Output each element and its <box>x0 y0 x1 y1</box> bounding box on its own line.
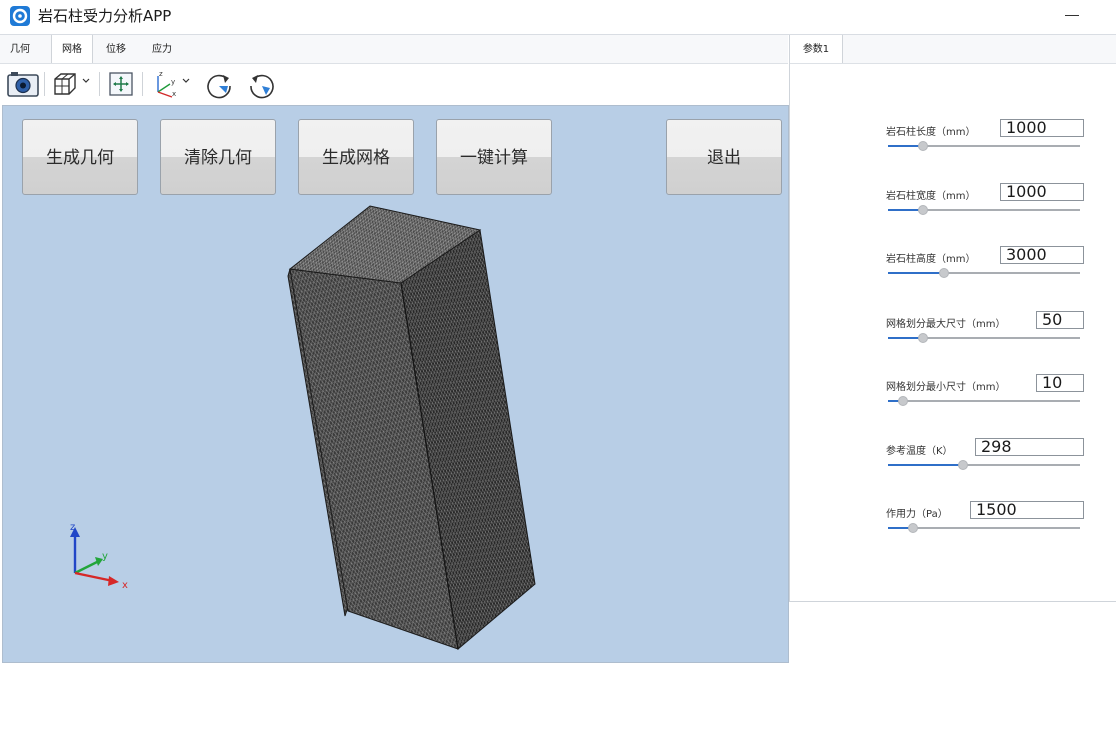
camera-icon <box>7 72 39 97</box>
tab-mesh[interactable]: 网格 <box>51 35 93 63</box>
axis-triad: z y x <box>70 522 128 591</box>
param-input[interactable]: 50 <box>1036 311 1084 329</box>
param-row: 岩石柱宽度（mm） 1000 <box>886 183 1086 223</box>
axis-y-label: y <box>102 551 108 562</box>
zoom-extents-button[interactable] <box>107 70 135 98</box>
param-input[interactable]: 1500 <box>970 501 1084 519</box>
zoom-extents-icon <box>109 72 133 96</box>
param-slider-track[interactable] <box>888 400 1080 402</box>
param-input[interactable]: 3000 <box>1000 246 1084 264</box>
param-row: 参考温度（K） 298 <box>886 438 1086 478</box>
param-label: 网格划分最大尺寸（mm） <box>886 319 1006 330</box>
param-slider-handle[interactable] <box>898 396 908 406</box>
param-row: 岩石柱长度（mm） 1000 <box>886 119 1086 159</box>
main-pane: 几何 网格 位移 应力 z y x 生成几何 清除几何 生成网格 一键计算 退出… <box>0 35 789 663</box>
param-row: 网格划分最小尺寸（mm） 10 <box>886 374 1086 414</box>
param-row: 岩石柱高度（mm） 3000 <box>886 246 1086 286</box>
rotate-right-button[interactable] <box>203 70 235 99</box>
toolbar-separator <box>142 72 143 96</box>
param-slider-handle[interactable] <box>918 205 928 215</box>
tab-params-1[interactable]: 参数1 <box>790 35 843 63</box>
param-label: 岩石柱高度（mm） <box>886 254 976 265</box>
rotate-right-icon <box>207 74 231 99</box>
axis-x-label: x <box>122 580 128 591</box>
toolbar-separator <box>44 72 45 96</box>
view-cube-icon <box>54 73 76 95</box>
tab-geometry[interactable]: 几何 <box>10 35 40 63</box>
param-slider-handle[interactable] <box>908 523 918 533</box>
param-slider-handle[interactable] <box>918 333 928 343</box>
app-logo-icon <box>10 6 30 26</box>
app-title: 岩石柱受力分析APP <box>38 7 172 25</box>
param-slider-handle[interactable] <box>958 460 968 470</box>
camera-button[interactable] <box>6 70 40 98</box>
dropdown-arrow-icon <box>82 78 90 83</box>
minimize-icon <box>1065 15 1079 16</box>
axis-view-button[interactable]: z y x <box>150 70 182 98</box>
param-input[interactable]: 1000 <box>1000 119 1084 137</box>
rotate-left-icon <box>250 74 274 99</box>
axis-z-label: z <box>70 522 75 533</box>
graphics-viewport[interactable]: 生成几何 清除几何 生成网格 一键计算 退出 z y x <box>2 105 789 663</box>
param-row: 作用力（Pa） 1500 <box>886 501 1086 541</box>
axis-view-icon: z y x <box>157 70 176 98</box>
param-label: 网格划分最小尺寸（mm） <box>886 382 1006 393</box>
parameters-pane: 参数1 岩石柱长度（mm） 1000 岩石柱宽度（mm） 1000 岩石柱高度（mm） 3… <box>789 35 1116 602</box>
param-slider-handle[interactable] <box>939 268 949 278</box>
svg-text:y: y <box>171 78 175 86</box>
minimize-button[interactable] <box>1062 4 1084 26</box>
param-slider-fill <box>888 464 963 466</box>
axis-dropdown-button[interactable] <box>181 76 191 104</box>
parameter-tabs: 参数1 <box>790 35 1116 64</box>
param-label: 岩石柱宽度（mm） <box>886 191 976 202</box>
param-slider-fill <box>888 272 944 274</box>
view-cube-button[interactable] <box>51 70 79 98</box>
svg-text:z: z <box>159 70 163 78</box>
param-label: 作用力（Pa） <box>886 509 948 520</box>
dropdown-arrow-icon <box>182 78 190 83</box>
rotate-left-button[interactable] <box>246 70 278 99</box>
param-row: 网格划分最大尺寸（mm） 50 <box>886 311 1086 351</box>
param-input[interactable]: 1000 <box>1000 183 1084 201</box>
toolbar-separator <box>99 72 100 96</box>
param-label: 岩石柱长度（mm） <box>886 127 976 138</box>
param-input[interactable]: 298 <box>975 438 1084 456</box>
view-dropdown-button[interactable] <box>81 76 91 104</box>
toolbar: z y x <box>0 64 788 104</box>
tab-stress[interactable]: 应力 <box>152 35 182 63</box>
title-bar: 岩石柱受力分析APP <box>0 0 1116 35</box>
param-label: 参考温度（K） <box>886 446 953 457</box>
param-input[interactable]: 10 <box>1036 374 1084 392</box>
ribbon-tabs: 几何 网格 位移 应力 <box>0 35 788 64</box>
param-slider-handle[interactable] <box>918 141 928 151</box>
tab-displacement[interactable]: 位移 <box>106 35 136 63</box>
svg-text:x: x <box>172 90 176 98</box>
